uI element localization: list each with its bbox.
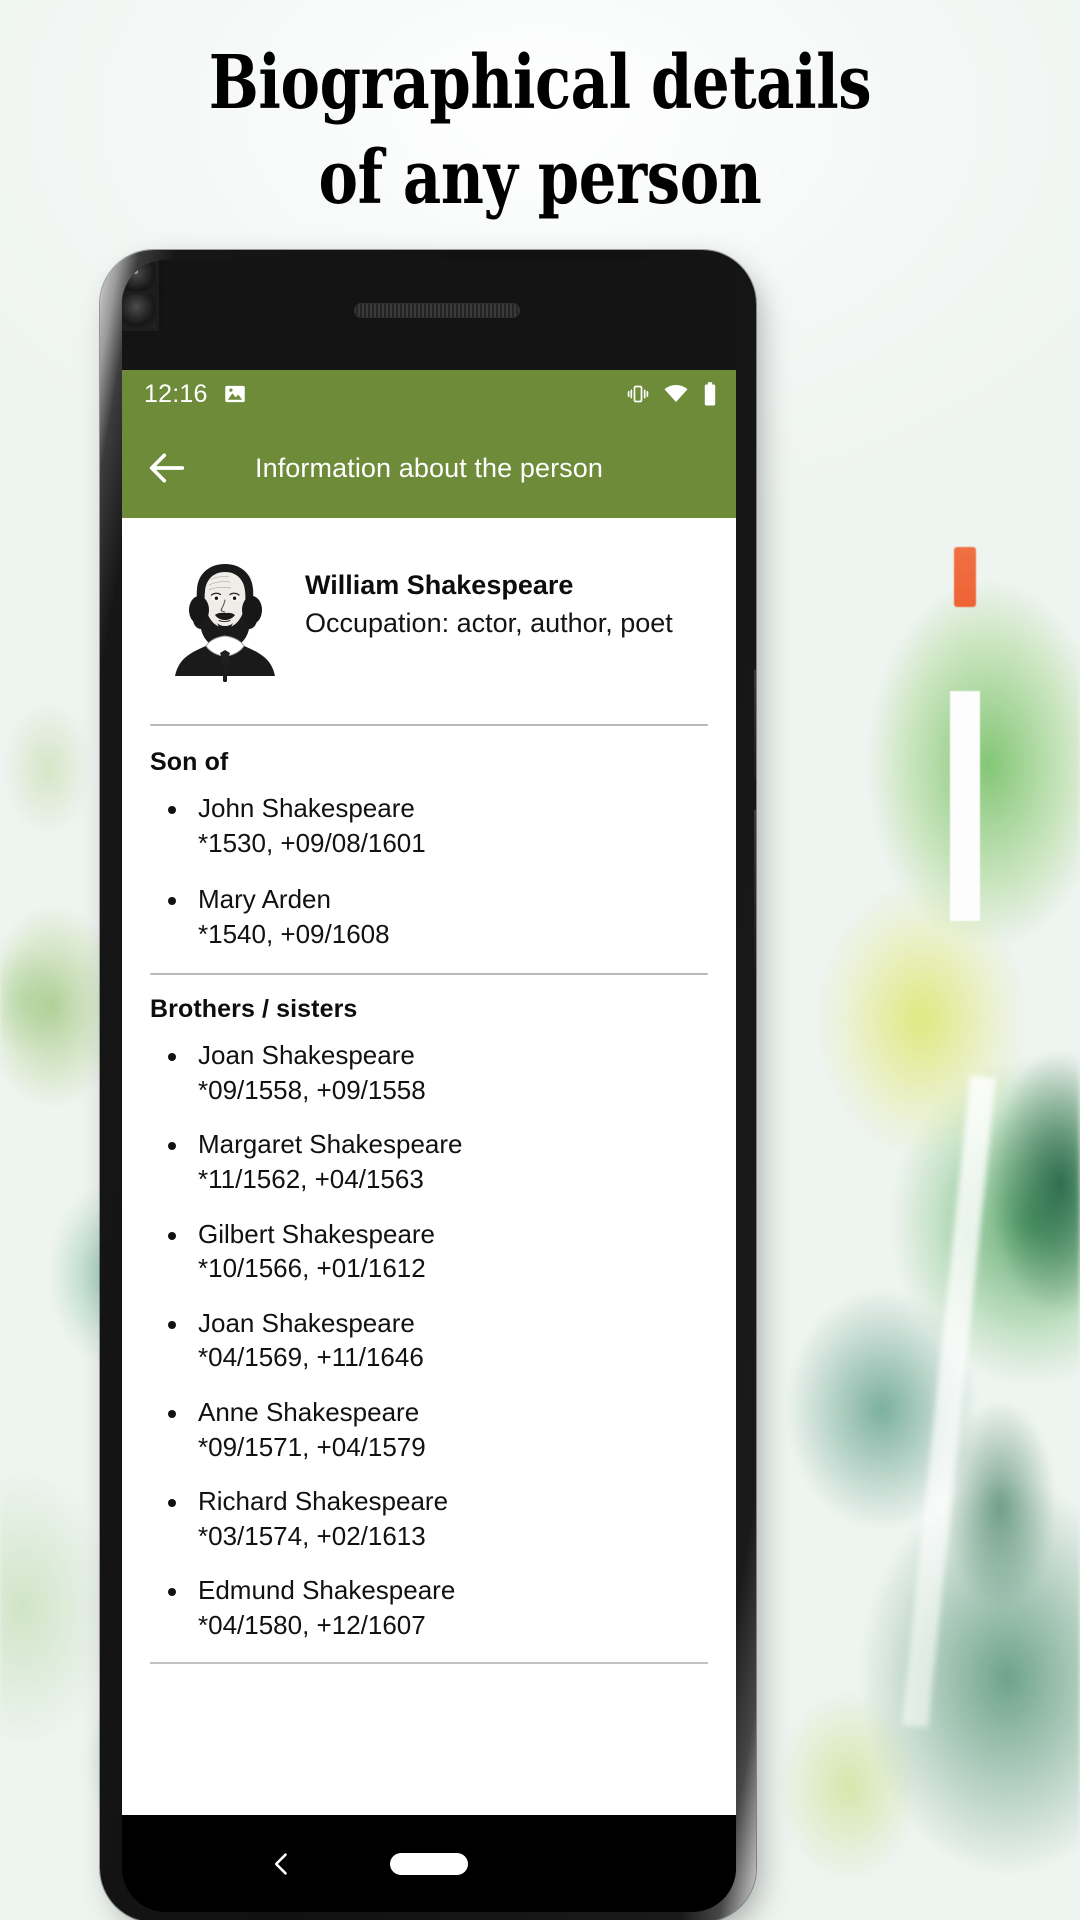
relative-name: Mary Arden [198,884,331,915]
relative-dates: *04/1569, +11/1646 [198,1342,424,1373]
promo-headline-line-1: Biographical details [208,40,872,126]
phone-body: 12:16 Information about the person Willi… [100,250,756,1920]
phone-bezel: 12:16 Information about the person Willi… [122,260,736,1912]
list-item[interactable]: Mary Arden *1540, +09/1608 [150,882,708,951]
volume-button[interactable] [754,810,756,970]
content-scroll-area[interactable]: William Shakespeare Occupation: actor, a… [122,518,736,1815]
relative-name: John Shakespeare [198,793,415,823]
front-sensor-icon [122,294,156,328]
person-text-block: William Shakespeare Occupation: actor, a… [305,540,673,642]
image-icon [224,385,245,403]
android-navigation-bar [122,1815,736,1912]
promo-headline: Biographical details of any person [108,36,972,225]
person-summary: William Shakespeare Occupation: actor, a… [150,518,708,708]
person-portrait [168,550,283,695]
person-name: William Shakespeare [305,570,574,600]
section-title-siblings: Brothers / sisters [150,995,358,1024]
nav-home-pill[interactable] [390,1852,468,1875]
relative-dates: *11/1562, +04/1563 [198,1164,424,1195]
phone-mockup: 12:16 Information about the person Willi… [100,250,768,1920]
relative-dates: *1540, +09/1608 [198,918,390,949]
arrow-left-icon [149,453,185,483]
status-bar-system-icons [626,381,718,407]
phone-screen: 12:16 Information about the person Willi… [122,370,736,1815]
list-item[interactable]: John Shakespeare *1530, +09/08/1601 [150,791,708,860]
promo-headline-line-2: of any person [318,134,762,221]
relative-name: Edmund Shakespeare [198,1575,456,1606]
relative-name: Joan Shakespeare [198,1040,415,1071]
front-camera-icon [122,260,156,294]
background-white-shape [950,691,980,922]
section-siblings: Brothers / sisters Joan Shakespeare *09/… [150,975,708,1642]
list-item[interactable]: Anne Shakespeare *09/1571, +04/1579 [150,1395,708,1464]
status-bar-clock: 12:16 [144,379,208,408]
list-item[interactable]: Margaret Shakespeare *11/1562, +04/1563 [150,1127,708,1196]
relative-name: Joan Shakespeare [198,1307,415,1338]
app-bar-back-button[interactable] [144,445,190,491]
relative-dates: *1530, +09/08/1601 [198,827,426,858]
list-item[interactable]: Joan Shakespeare *09/1558, +09/1558 [150,1038,708,1107]
section-divider-3 [150,1662,708,1665]
relative-name: Gilbert Shakespeare [198,1218,436,1249]
relative-dates: *09/1558, +09/1558 [198,1074,426,1105]
app-bar: Information about the person [122,418,736,518]
list-item[interactable]: Richard Shakespeare *03/1574, +02/1613 [150,1484,708,1553]
power-button[interactable] [754,670,756,780]
battery-icon [704,382,716,406]
chevron-left-icon [274,1852,287,1875]
status-bar: 12:16 [122,370,736,418]
earpiece-speaker [354,303,520,318]
relative-name: Margaret Shakespeare [198,1129,463,1160]
section-title-son-of: Son of [150,748,229,776]
section-son-of: Son of John Shakespeare *1530, +09/08/16… [150,726,708,951]
person-occupation: Occupation: actor, author, poet [305,608,673,639]
wifi-icon [664,385,688,403]
relative-dates: *09/1571, +04/1579 [198,1431,426,1462]
list-item[interactable]: Joan Shakespeare *04/1569, +11/1646 [150,1306,708,1375]
status-bar-notification-icons [222,381,248,407]
relatives-list-siblings: Joan Shakespeare *09/1558, +09/1558 Marg… [150,1038,708,1642]
nav-back-button[interactable] [268,1850,296,1878]
vibrate-icon [627,385,649,403]
app-bar-title: Information about the person [254,452,604,483]
relatives-list-parents: John Shakespeare *1530, +09/08/1601 Mary… [150,791,708,951]
portrait-engraving-icon [168,550,283,695]
relative-dates: *03/1574, +02/1613 [198,1520,426,1551]
relative-name: Richard Shakespeare [198,1486,449,1517]
relative-dates: *04/1580, +12/1607 [198,1609,426,1640]
background-orange-accent [954,547,976,608]
list-item[interactable]: Gilbert Shakespeare *10/1566, +01/1612 [150,1217,708,1286]
list-item[interactable]: Edmund Shakespeare *04/1580, +12/1607 [150,1573,708,1642]
relative-name: Anne Shakespeare [198,1396,420,1427]
relative-dates: *10/1566, +01/1612 [198,1253,426,1284]
